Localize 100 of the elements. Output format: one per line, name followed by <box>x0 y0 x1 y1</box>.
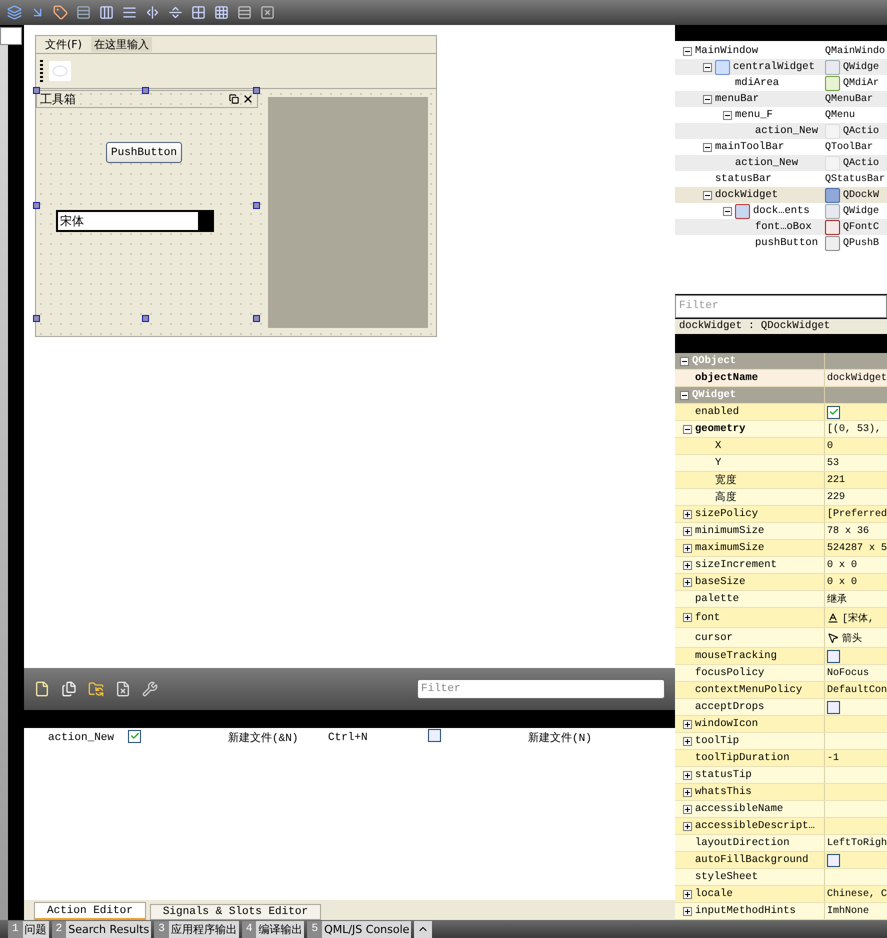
output-pane-button[interactable]: 2 Search Results <box>52 920 152 938</box>
property-value[interactable]: 221 <box>827 474 846 486</box>
expand-icon[interactable] <box>683 804 692 814</box>
form-layout-icon[interactable] <box>190 4 206 20</box>
expand-icon[interactable] <box>683 720 692 728</box>
property-value[interactable]: dockWidget <box>827 372 887 384</box>
toolbar-grip[interactable] <box>40 60 43 82</box>
collapse-icon[interactable] <box>680 390 689 400</box>
checkbox[interactable] <box>827 700 840 714</box>
chevron-up-icon[interactable] <box>414 920 432 938</box>
tooltip-text: 新建文件(N) <box>528 730 593 745</box>
editor-tab[interactable]: Action Editor <box>34 902 146 920</box>
rows-icon[interactable] <box>121 4 137 20</box>
tree-row[interactable]: centralWidget QWidge <box>675 59 887 76</box>
property-value[interactable]: ImhNone <box>827 906 870 916</box>
float-icon[interactable] <box>229 94 239 104</box>
property-value[interactable]: 0 x 0 <box>827 576 858 588</box>
expand-icon[interactable] <box>683 526 692 536</box>
tree-row[interactable]: font…oBox QFontC <box>675 219 887 236</box>
checkbox[interactable] <box>827 854 840 866</box>
property-value[interactable]: [Preferred <box>827 508 887 520</box>
output-pane-button[interactable]: 5 QML/JS Console <box>307 920 412 938</box>
property-value[interactable]: 524287 x 5 <box>827 542 887 554</box>
tree-row[interactable]: dockWidget QDockW <box>675 187 887 204</box>
property-name: baseSize <box>695 576 746 588</box>
object-name: mdiArea <box>735 77 780 90</box>
checkable-checkbox[interactable] <box>428 729 441 742</box>
property-name: toolTipDuration <box>695 752 790 764</box>
selection-handle[interactable] <box>33 202 40 209</box>
new-file-icon[interactable] <box>34 681 50 697</box>
selection-handle[interactable] <box>33 87 40 94</box>
property-name: sizePolicy <box>695 508 758 520</box>
property-value[interactable]: 0 <box>827 440 834 452</box>
collapse-icon[interactable] <box>680 356 689 366</box>
collapse-icon[interactable] <box>683 424 692 434</box>
font-combo-box[interactable]: 宋体 <box>56 210 214 232</box>
property-value[interactable]: [(0, 53), <box>827 424 882 434</box>
collapse-icon[interactable] <box>723 110 732 120</box>
property-value[interactable]: Chinese, C <box>827 888 887 900</box>
type-here-item[interactable]: 在这里输入 <box>90 37 152 52</box>
tree-row[interactable]: menuBar QMenuBar <box>675 91 887 108</box>
expand-icon[interactable] <box>683 822 692 830</box>
selection-handle[interactable] <box>142 315 149 322</box>
close-icon[interactable] <box>242 93 254 105</box>
folder-sync-icon[interactable] <box>88 681 104 697</box>
tree-row[interactable]: action_New QActio <box>675 155 887 172</box>
collapse-icon[interactable] <box>703 62 712 72</box>
property-value[interactable]: [宋体, <box>842 610 874 624</box>
checkbox[interactable] <box>827 650 840 662</box>
push-button[interactable]: PushButton <box>106 142 182 163</box>
expand-icon[interactable] <box>683 906 692 916</box>
collapse-icon[interactable] <box>703 142 712 152</box>
property-value[interactable]: 箭头 <box>842 630 862 644</box>
expand-icon[interactable] <box>683 770 692 780</box>
expand-icon[interactable] <box>683 560 692 570</box>
output-pane-button[interactable]: 4 编译输出 <box>242 920 304 938</box>
property-value[interactable]: 78 x 36 <box>827 526 870 536</box>
property-name: acceptDrops <box>695 701 764 713</box>
copy-files-icon[interactable] <box>61 681 77 697</box>
selection-handle[interactable] <box>33 315 40 322</box>
selection-handle[interactable] <box>253 202 260 209</box>
expand-icon[interactable] <box>683 736 692 746</box>
output-pane-button[interactable]: 1 问题 <box>8 920 49 938</box>
expand-icon[interactable] <box>683 510 692 518</box>
expand-icon[interactable] <box>683 788 692 796</box>
selection-handle[interactable] <box>142 87 149 94</box>
used-checkbox[interactable] <box>128 730 141 743</box>
columns-icon[interactable] <box>98 4 114 20</box>
expand-icon[interactable] <box>683 578 692 586</box>
output-pane-button[interactable]: 3 应用程序输出 <box>154 920 239 938</box>
filter-field[interactable]: Filter <box>675 294 887 318</box>
property-value[interactable]: LeftToRigh <box>827 838 887 848</box>
property-value[interactable]: 229 <box>827 492 846 502</box>
class-name: QWidge <box>843 206 880 217</box>
selection-handle[interactable] <box>253 315 260 322</box>
property-value[interactable]: 继承 <box>827 592 847 606</box>
filter-field[interactable]: Filter <box>417 679 665 699</box>
collapse-icon[interactable] <box>703 190 712 200</box>
selection-handle[interactable] <box>253 87 260 94</box>
collapse-icon[interactable] <box>683 46 692 56</box>
editor-tab[interactable]: Signals & Slots Editor <box>150 904 322 920</box>
grid-layout-icon[interactable] <box>213 4 229 20</box>
checkbox[interactable] <box>827 406 840 418</box>
collapse-icon[interactable] <box>703 94 712 104</box>
menu-item[interactable]: 文件(F) <box>42 37 85 52</box>
property-value[interactable]: 0 x 0 <box>827 560 858 570</box>
action-text: 新建文件(&N) <box>228 730 300 745</box>
delete-file-icon[interactable] <box>115 681 131 697</box>
wrench-icon[interactable] <box>142 681 158 697</box>
expand-icon[interactable] <box>683 544 692 552</box>
action-row[interactable]: action_New 新建文件(&N) Ctrl+N 新建文件(N) <box>24 729 675 745</box>
expand-icon[interactable] <box>683 613 692 622</box>
class-name: QPushB <box>843 238 880 249</box>
property-value[interactable]: DefaultCon <box>827 684 887 696</box>
expand-icon[interactable] <box>683 890 692 898</box>
collapse-icon[interactable] <box>723 206 732 216</box>
tree-row[interactable]: action_New QActio <box>675 123 887 140</box>
property-value[interactable]: NoFocus <box>827 668 870 678</box>
property-value[interactable]: 53 <box>827 458 840 468</box>
property-value[interactable]: -1 <box>827 752 840 764</box>
